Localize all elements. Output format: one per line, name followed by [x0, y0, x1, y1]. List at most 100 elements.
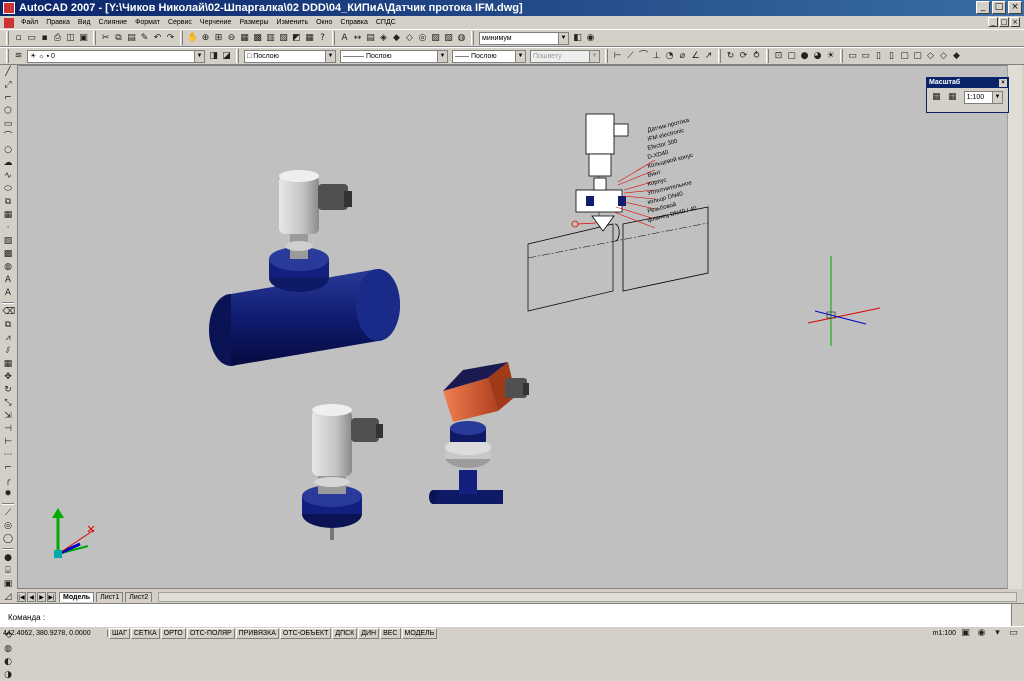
material-icon[interactable]: ◕: [812, 51, 823, 62]
markup-icon[interactable]: ◩: [291, 33, 302, 44]
make-block-icon[interactable]: ▦: [3, 210, 14, 221]
menu-file[interactable]: Файл: [17, 19, 42, 26]
toolbar-grip[interactable]: [6, 49, 9, 63]
rotate-icon[interactable]: ↻: [3, 385, 14, 396]
rectangle-icon[interactable]: ▭: [3, 119, 14, 130]
orange-sensor-tee-model[interactable]: [429, 362, 529, 504]
table-style-icon[interactable]: ▤: [365, 33, 376, 44]
cut-icon[interactable]: ✂: [100, 33, 111, 44]
break-icon[interactable]: ⋯: [3, 450, 14, 461]
erase-icon[interactable]: ⌫: [3, 307, 16, 318]
new-file-icon[interactable]: ▫: [13, 33, 24, 44]
view-front-icon[interactable]: ▢: [899, 51, 910, 62]
line-icon[interactable]: ╱: [3, 67, 14, 78]
construction-line-icon[interactable]: ⤢: [3, 80, 14, 91]
view-top-icon[interactable]: ▭: [847, 51, 858, 62]
hatch-tool-icon[interactable]: ▨: [3, 236, 14, 247]
preview-icon[interactable]: ◫: [65, 33, 76, 44]
toolbar-grip[interactable]: [6, 31, 9, 45]
subtract-icon[interactable]: ◐: [3, 657, 14, 668]
light-icon[interactable]: ☀: [825, 51, 836, 62]
view-sw-iso-icon[interactable]: ◇: [925, 51, 936, 62]
zoom-previous-icon[interactable]: ⊖: [226, 33, 237, 44]
vertical-scrollbar[interactable]: [1007, 65, 1022, 589]
menu-format[interactable]: Формат: [131, 19, 164, 26]
scale-panel[interactable]: Масштаб × ▦ ▦ 1:100 ▼: [926, 77, 1009, 113]
circle-icon[interactable]: ○: [3, 145, 14, 156]
attribute-icon[interactable]: ◇: [404, 33, 415, 44]
spline-icon[interactable]: ∿: [3, 171, 14, 182]
block-icon[interactable]: ◆: [391, 33, 402, 44]
free-orbit-icon[interactable]: ⟳: [738, 51, 749, 62]
linetype-select[interactable]: ——— Послою ▼: [340, 49, 448, 63]
scale-grid-alt-icon[interactable]: ▦: [947, 92, 958, 103]
ducs-toggle[interactable]: ДПСК: [332, 628, 358, 639]
union-icon[interactable]: ◍: [3, 644, 14, 655]
arc-length-icon[interactable]: ⌒: [638, 51, 649, 62]
pan-icon[interactable]: ✋: [187, 33, 198, 44]
sphere-icon[interactable]: ●: [799, 51, 810, 62]
wedge-icon[interactable]: ◿: [3, 592, 14, 603]
torus-icon[interactable]: ◯: [3, 534, 14, 545]
view-right-icon[interactable]: ▯: [886, 51, 897, 62]
tool-palettes-icon[interactable]: ▥: [265, 33, 276, 44]
continuous-orbit-icon[interactable]: ⥁: [751, 51, 762, 62]
close-button[interactable]: ×: [1008, 1, 1022, 14]
cylinder-tool-icon[interactable]: ⌸: [3, 566, 14, 577]
dyn-toggle[interactable]: ДИН: [358, 628, 380, 639]
tab-layout1[interactable]: Лист1: [96, 592, 124, 602]
menu-edit[interactable]: Правка: [42, 19, 74, 26]
scale-select[interactable]: 1:100 ▼: [963, 91, 1003, 104]
fillet-icon[interactable]: ╭: [3, 476, 14, 487]
diameter-icon[interactable]: ⌀: [677, 51, 688, 62]
redo-icon[interactable]: ↷: [165, 33, 176, 44]
arc-icon[interactable]: ⌒: [3, 132, 14, 143]
menu-tools[interactable]: Сервис: [164, 19, 196, 26]
trim-icon[interactable]: ⊣: [3, 424, 14, 435]
move-icon[interactable]: ✥: [3, 372, 14, 383]
print-icon[interactable]: ⎙: [52, 33, 63, 44]
menu-window[interactable]: Окно: [312, 19, 336, 26]
render-icon[interactable]: ◉: [585, 33, 596, 44]
box-tool-icon[interactable]: ▣: [3, 579, 14, 590]
view-bottom-icon[interactable]: ▭: [860, 51, 871, 62]
sensor-on-pipe-model[interactable]: [209, 170, 400, 366]
tab-prev-icon[interactable]: ◀: [27, 592, 36, 602]
help-icon[interactable]: ?: [317, 33, 328, 44]
chamfer-icon[interactable]: ⌐: [3, 463, 14, 474]
maximize-button[interactable]: □: [992, 1, 1006, 14]
target-icon[interactable]: ◎: [3, 521, 14, 532]
properties-icon[interactable]: ▦: [239, 33, 250, 44]
paste-icon[interactable]: ▤: [126, 33, 137, 44]
offset-icon[interactable]: ⫽: [3, 346, 14, 357]
tab-last-icon[interactable]: ▶|: [47, 592, 56, 602]
menu-spds[interactable]: СПДС: [372, 19, 400, 26]
communication-icon[interactable]: ◉: [976, 628, 987, 639]
dim-style-icon[interactable]: ↔: [352, 33, 363, 44]
grid-toggle[interactable]: СЕТКА: [130, 628, 160, 639]
aligned-dim-icon[interactable]: ⟋: [625, 51, 636, 62]
stretch-icon[interactable]: ⇲: [3, 411, 14, 422]
insert-block-icon[interactable]: ⧉: [3, 197, 14, 208]
text-icon[interactable]: A: [3, 275, 14, 286]
polygon-icon[interactable]: ⬡: [3, 106, 14, 117]
otrack-toggle[interactable]: ОТС-ОБЪЕКТ: [279, 628, 332, 639]
document-icon[interactable]: [4, 17, 14, 28]
clean-screen-icon[interactable]: ▭: [1008, 628, 1019, 639]
view-back-icon[interactable]: ▢: [912, 51, 923, 62]
command-line[interactable]: Команда :: [0, 603, 1024, 626]
menu-modify[interactable]: Изменить: [273, 19, 313, 26]
ordinate-icon[interactable]: ⊥: [651, 51, 662, 62]
scale-icon[interactable]: ⤡: [3, 398, 14, 409]
camera-icon[interactable]: ⊡: [773, 51, 784, 62]
hatch-icon[interactable]: ▧: [443, 33, 454, 44]
command-scrollbar[interactable]: [1011, 604, 1024, 626]
mtext-icon[interactable]: A: [3, 288, 14, 299]
angular-icon[interactable]: ∠: [690, 51, 701, 62]
doc-close-button[interactable]: ×: [1010, 17, 1020, 27]
point-icon[interactable]: ·: [3, 223, 14, 234]
view-left-icon[interactable]: ▯: [873, 51, 884, 62]
status-menu-icon[interactable]: ▾: [992, 628, 1003, 639]
mirror-icon[interactable]: ⩘: [3, 333, 14, 344]
menu-merge[interactable]: Слияние: [95, 19, 132, 26]
